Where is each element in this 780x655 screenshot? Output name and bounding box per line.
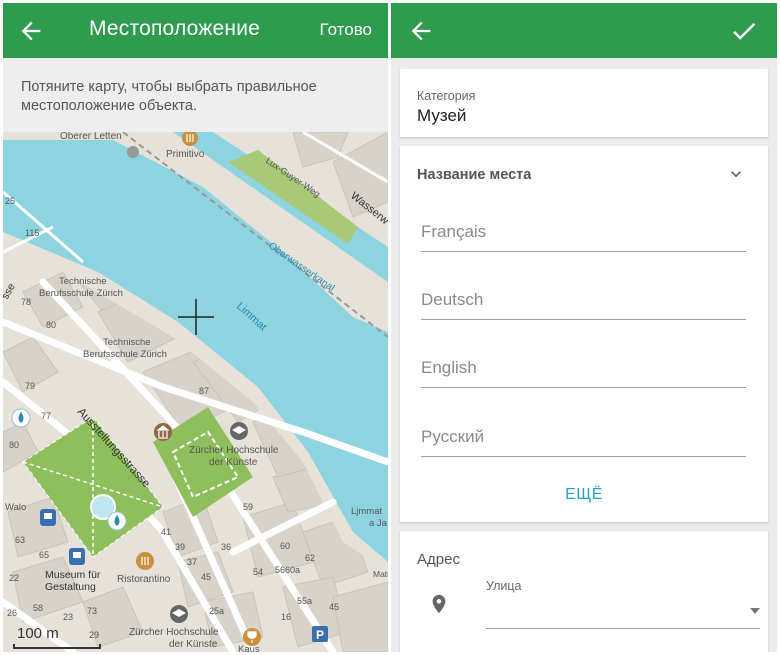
instruction-text: Потяните карту, чтобы выбрать правильное… [3, 58, 388, 132]
map-label: 59 [243, 502, 253, 512]
map-label: 58 [33, 603, 43, 613]
map-label: 87 [199, 386, 209, 396]
map-label: der Künste [169, 639, 218, 650]
map-label: 16 [281, 612, 291, 622]
map-label: der Künste [209, 457, 258, 468]
map-label: 78 [21, 297, 31, 307]
name-field-german[interactable]: Deutsch [421, 286, 746, 320]
map-label: 23 [63, 612, 73, 622]
map-label: 26 [7, 608, 17, 618]
map-label: 60 [280, 541, 290, 551]
more-languages-button[interactable]: ЕЩЁ [400, 486, 768, 504]
map-label: Technische [103, 337, 151, 348]
dropdown-arrow-icon [750, 608, 760, 614]
map-label: 22 [9, 573, 19, 583]
category-card[interactable]: Категория Музей [400, 69, 768, 137]
map-label: Oberer Letten [60, 132, 122, 142]
map-label: 63 [15, 535, 25, 545]
map-label: Gestaltung [45, 581, 96, 593]
map-view[interactable]: Oberer Letten Primitivo Lux-Guyer-Weg Wa… [3, 132, 388, 652]
map-label: 62 [305, 553, 315, 563]
location-pin-icon [432, 594, 446, 614]
map-label: Ljmmat [351, 506, 383, 517]
place-form-screen: Категория Музей Название места Français … [391, 3, 777, 652]
address-title: Адрес [417, 551, 460, 568]
name-field-english[interactable]: English [421, 354, 746, 388]
water-drop-icon[interactable] [11, 408, 31, 428]
name-field-russian[interactable]: Русский [421, 423, 746, 457]
map-label: 54 [253, 567, 263, 577]
trophy-icon[interactable] [243, 628, 261, 646]
map-label: 41 [161, 527, 171, 537]
map-label: 79 [25, 381, 35, 391]
place-name-card: Название места Français Deutsch English … [400, 146, 768, 522]
address-card: Адрес Улица [400, 531, 768, 652]
school-icon[interactable] [170, 605, 188, 623]
map-label: 80 [9, 440, 19, 450]
map-label: 80 [46, 320, 56, 330]
map-label: Ristorantino [117, 574, 171, 585]
map-label: Zürcher Hochschule [189, 445, 279, 456]
name-field-french[interactable]: Français [421, 218, 746, 252]
map-label: 65 [39, 550, 49, 560]
map-label: Zürcher Hochschule [129, 627, 219, 638]
map-label: 5660a [275, 565, 300, 575]
toolbar [391, 3, 777, 58]
back-arrow-icon[interactable] [17, 17, 45, 45]
map-label: Walo [5, 502, 26, 513]
map-label: 36 [221, 542, 231, 552]
done-button[interactable]: Готово [320, 20, 373, 40]
tram-icon[interactable] [69, 548, 85, 565]
map-label: 39 [175, 542, 185, 552]
parking-icon[interactable]: P [312, 626, 328, 642]
street-dropdown[interactable] [486, 595, 760, 629]
restaurant-icon[interactable] [136, 552, 154, 570]
map-label: a Ja [369, 518, 388, 529]
map-label: 37 [187, 557, 197, 567]
category-label: Категория [417, 89, 476, 103]
street-label: Улица [486, 579, 522, 593]
toolbar: Местоположение Готово [3, 3, 388, 58]
map-label: Berufsschule Zürich [83, 349, 167, 360]
school-icon[interactable] [230, 422, 248, 440]
museum-icon[interactable] [154, 423, 172, 441]
place-name-title: Название места [417, 167, 532, 183]
map-label: Museum für [45, 569, 101, 581]
map-label: Berufsschule Zürich [39, 288, 123, 299]
svg-text:P: P [316, 628, 324, 642]
location-screen: Местоположение Готово Потяните карту, чт… [3, 3, 388, 652]
map-label: 45 [201, 572, 211, 582]
map-label: Technische [59, 276, 107, 287]
category-value: Музей [417, 106, 467, 125]
check-icon[interactable] [729, 16, 759, 46]
map-label: 73 [87, 606, 97, 616]
map-label: 77 [41, 411, 51, 421]
map-label: 25 [5, 196, 15, 206]
map-label: 55a [297, 596, 312, 606]
chevron-down-icon[interactable] [726, 164, 746, 184]
map-label: 29 [89, 630, 99, 640]
tram-icon[interactable] [40, 509, 56, 526]
map-label: Primitivo [166, 149, 205, 160]
map-label: 115 [25, 228, 39, 238]
page-title: Местоположение [89, 17, 261, 40]
map-label: Matt [373, 569, 388, 579]
map-scale-label: 100 m [17, 625, 59, 642]
map-label: 45 [329, 602, 339, 612]
back-arrow-icon[interactable] [407, 17, 435, 45]
lab-icon[interactable] [127, 146, 139, 158]
water-drop-icon[interactable] [107, 511, 127, 531]
map-scale-bar [13, 644, 101, 649]
map-label: 25a [209, 606, 224, 616]
